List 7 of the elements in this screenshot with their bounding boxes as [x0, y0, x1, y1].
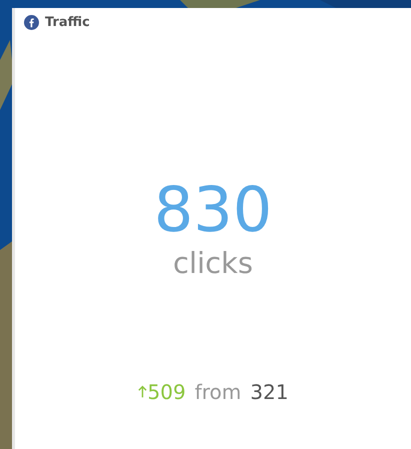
previous-value: 321	[250, 380, 288, 404]
metric-value: 830	[154, 174, 272, 246]
facebook-icon	[24, 14, 39, 30]
change-amount: 509	[148, 380, 186, 404]
widget-title: Traffic	[45, 14, 90, 30]
from-label: from	[194, 380, 242, 404]
metric-unit: clicks	[173, 246, 253, 280]
